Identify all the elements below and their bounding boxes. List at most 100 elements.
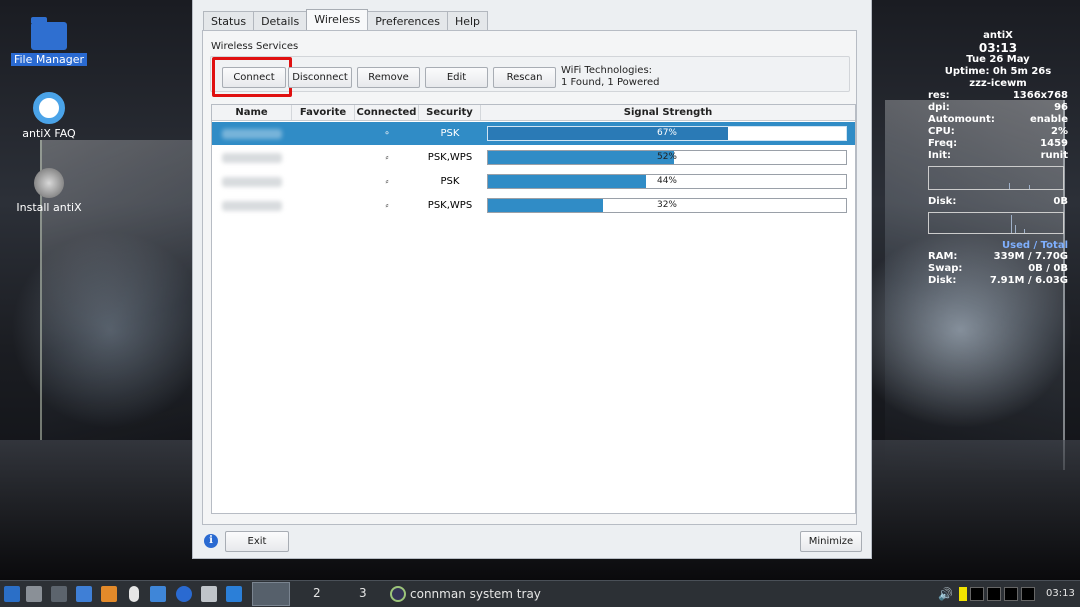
- signal-strength-bar: 44%: [487, 174, 847, 189]
- desktop-icon-file-manager[interactable]: File Manager: [4, 16, 94, 66]
- signal-icon: ⸗: [385, 177, 389, 187]
- conky-row: res: 1366x768: [928, 90, 1068, 101]
- table-row[interactable]: ⸗ PSK 44%: [212, 170, 855, 193]
- network-icon[interactable]: [226, 586, 242, 602]
- remove-button[interactable]: Remove: [357, 67, 420, 88]
- security-cell: PSK,WPS: [427, 200, 473, 211]
- disk-monitor-icon: [1003, 587, 1018, 601]
- active-task-button[interactable]: [252, 582, 290, 606]
- settings-icon[interactable]: [76, 586, 92, 602]
- edit-button[interactable]: Edit: [425, 67, 488, 88]
- start-menu-icon[interactable]: [4, 586, 20, 602]
- conky-row: CPU: 2%: [928, 126, 1068, 137]
- table-row[interactable]: ⸗ PSK,WPS 32%: [212, 194, 855, 217]
- cpu-graph: [928, 166, 1064, 190]
- signal-cell: 32%: [481, 198, 855, 213]
- signal-icon: ⚬: [383, 129, 391, 139]
- desktop-icon-antix-faq[interactable]: antiX FAQ: [4, 92, 94, 140]
- disk-graph: [928, 212, 1064, 234]
- table-header: Name Favorite Connected Security Signal …: [212, 105, 855, 121]
- connman-window: Status Details Wireless Preferences Help…: [192, 0, 872, 559]
- tab-details[interactable]: Details: [253, 11, 308, 31]
- conky-date: Tue 26 May: [966, 54, 1030, 65]
- conky-uptime: Uptime: 0h 5m 26s: [944, 66, 1052, 77]
- info-icon[interactable]: i: [204, 534, 218, 548]
- desktop-icon-install-antix[interactable]: Install antiX: [4, 168, 94, 214]
- table-row[interactable]: ⚬ PSK 67%: [212, 122, 855, 145]
- tab-preferences[interactable]: Preferences: [367, 11, 448, 31]
- desktop-icon-label: antiX FAQ: [22, 127, 76, 140]
- window-bottom-bar: i Exit Minimize: [193, 528, 871, 558]
- minimize-button[interactable]: Minimize: [800, 531, 862, 552]
- conky-used-total: Used / Total: [1002, 240, 1068, 251]
- conky-row: Automount: enable: [928, 114, 1068, 125]
- network-name-redacted: [212, 200, 292, 211]
- system-tray: 🔊: [938, 586, 1035, 602]
- desktop-icon-label: Install antiX: [16, 201, 82, 214]
- taskbar-clock[interactable]: 03:13: [1046, 588, 1075, 599]
- wifi-tech-title: WiFi Technologies:: [561, 65, 653, 76]
- conky-mem-row: RAM: 339M / 7.70G: [928, 251, 1068, 262]
- connman-icon: [390, 586, 406, 602]
- column-header-name[interactable]: Name: [212, 105, 292, 120]
- lifebuoy-icon: [33, 92, 65, 124]
- connected-cell: ⚬: [355, 128, 419, 139]
- mem-monitor-icon: [969, 587, 984, 601]
- wifi-technologies: WiFi Technologies: 1 Found, 1 Powered: [561, 65, 660, 89]
- browser-icon[interactable]: [176, 586, 192, 602]
- connected-cell: ⸗: [355, 200, 419, 211]
- desktop-icon-label: File Manager: [10, 53, 88, 66]
- disconnect-button[interactable]: Disconnect: [288, 67, 352, 88]
- refresh-icon[interactable]: [101, 586, 117, 602]
- exit-button[interactable]: Exit: [225, 531, 289, 552]
- network-name-redacted: [212, 176, 292, 187]
- signal-icon: ⸗: [385, 201, 389, 211]
- task-label: connman system tray: [410, 587, 541, 601]
- tab-bar: Status Details Wireless Preferences Help: [203, 9, 489, 31]
- security-cell: PSK,WPS: [427, 152, 473, 163]
- wifi-tech-status: 1 Found, 1 Powered: [561, 77, 660, 88]
- column-header-favorite[interactable]: Favorite: [292, 105, 355, 120]
- column-header-security[interactable]: Security: [419, 105, 481, 120]
- task-connman-system-tray[interactable]: connman system tray: [390, 586, 541, 602]
- signal-cell: 44%: [481, 174, 855, 189]
- net-monitor-icon: [986, 587, 1001, 601]
- desktop-toggle-icon[interactable]: [51, 586, 67, 602]
- taskbar: 2 3 connman system tray 🔊 03:13: [0, 580, 1080, 607]
- workspace-3[interactable]: 3: [359, 586, 367, 600]
- conky-row: Freq: 1459: [928, 138, 1068, 149]
- tab-wireless[interactable]: Wireless: [306, 9, 369, 31]
- conky-system-monitor: antiX 03:13 Tue 26 May Uptime: 0h 5m 26s…: [928, 30, 1068, 287]
- network-name-redacted: [212, 152, 292, 163]
- conky-mem-row: Swap: 0B / 0B: [928, 263, 1068, 274]
- connected-cell: ⸗: [355, 176, 419, 187]
- usb-icon[interactable]: [129, 586, 139, 602]
- workspace-2[interactable]: 2: [313, 586, 321, 600]
- signal-strength-bar: 32%: [487, 198, 847, 213]
- signal-cell: 67%: [481, 126, 855, 141]
- conky-disk-row: Disk: 0B: [928, 196, 1068, 207]
- battery-monitor-icon: [1020, 587, 1035, 601]
- signal-strength-bar: 52%: [487, 150, 847, 165]
- installer-taskbar-icon[interactable]: [201, 586, 217, 602]
- table-row[interactable]: ⸗ PSK,WPS 52%: [212, 146, 855, 169]
- connect-button[interactable]: Connect: [222, 67, 286, 88]
- security-cell: PSK: [440, 176, 460, 187]
- wireless-panel: Wireless Services Connect Disconnect Rem…: [202, 30, 857, 525]
- tab-help[interactable]: Help: [446, 11, 489, 31]
- installer-icon: [34, 168, 64, 198]
- tab-status[interactable]: Status: [203, 11, 255, 31]
- column-header-signal-strength[interactable]: Signal Strength: [481, 105, 855, 120]
- column-header-connected[interactable]: Connected: [355, 105, 419, 120]
- conky-row: dpi: 96: [928, 102, 1068, 113]
- volume-icon[interactable]: 🔊: [938, 587, 953, 601]
- signal-icon: ⸗: [385, 153, 389, 163]
- wireless-toolbar: Connect Disconnect Remove Edit Rescan Wi…: [210, 56, 850, 97]
- section-label: Wireless Services: [211, 41, 299, 52]
- show-windows-icon[interactable]: [26, 586, 42, 602]
- connected-cell: ⸗: [355, 152, 419, 163]
- rescan-button[interactable]: Rescan: [493, 67, 556, 88]
- folder-icon: [31, 17, 67, 50]
- files-icon[interactable]: [150, 586, 166, 602]
- cpu-monitor-icon: [958, 587, 967, 601]
